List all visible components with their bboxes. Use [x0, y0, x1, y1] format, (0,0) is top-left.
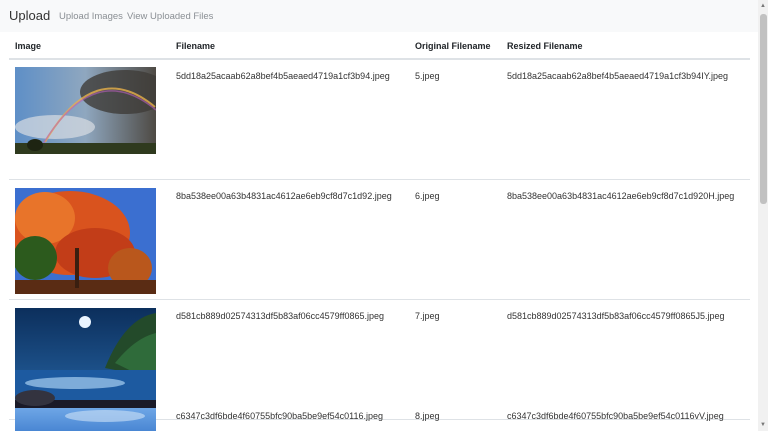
row-original-filename: 6.jpeg — [415, 191, 440, 201]
nav-link-view-uploaded-files[interactable]: View Uploaded Files — [127, 11, 213, 22]
table-row: 8ba538ee00a63b4831ac4612ae6eb9cf8d7c1d92… — [9, 180, 750, 300]
row-filename: 8ba538ee00a63b4831ac4612ae6eb9cf8d7c1d92… — [176, 191, 392, 201]
table-row: 5dd18a25acaab62a8bef4b5aeaed4719a1cf3b94… — [9, 60, 750, 180]
row-resized-filename: 5dd18a25acaab62a8bef4b5aeaed4719a1cf3b94… — [507, 71, 729, 81]
thumbnail-autumn-tree[interactable] — [15, 188, 156, 294]
header-resized-filename: Resized Filename — [507, 41, 583, 51]
row-resized-filename: c6347c3df6bde4f60755bfc90ba5be9ef54c0116… — [507, 411, 724, 421]
navbar: Upload Upload Images View Uploaded Files — [0, 0, 758, 32]
row-resized-filename: 8ba538ee00a63b4831ac4612ae6eb9cf8d7c1d92… — [507, 191, 735, 201]
header-original-filename: Original Filename — [415, 41, 491, 51]
nav-link-upload-images[interactable]: Upload Images — [59, 11, 123, 22]
row-filename: d581cb889d02574313df5b83af06cc4579ff0865… — [176, 311, 385, 321]
thumbnail-night-beach[interactable] — [15, 308, 156, 414]
navbar-brand[interactable]: Upload — [9, 8, 50, 23]
thumbnail-rainbow-landscape[interactable] — [15, 67, 156, 154]
scroll-up-arrow-icon[interactable]: ▲ — [759, 2, 767, 10]
row-resized-filename: d581cb889d02574313df5b83af06cc4579ff0865… — [507, 311, 725, 321]
row-original-filename: 5.jpeg — [415, 71, 440, 81]
row-original-filename: 7.jpeg — [415, 311, 440, 321]
header-image: Image — [15, 41, 42, 51]
row-original-filename: 8.jpeg — [415, 411, 440, 421]
row-filename: c6347c3df6bde4f60755bfc90ba5be9ef54c0116… — [176, 411, 384, 421]
header-filename: Filename — [176, 41, 216, 51]
vertical-scrollbar[interactable]: ▲ ▼ — [758, 0, 768, 431]
row-filename: 5dd18a25acaab62a8bef4b5aeaed4719a1cf3b94… — [176, 71, 390, 81]
scrollbar-thumb[interactable] — [760, 14, 767, 204]
scroll-down-arrow-icon[interactable]: ▼ — [759, 421, 767, 429]
thumbnail-sky[interactable] — [15, 408, 156, 431]
table-row: c6347c3df6bde4f60755bfc90ba5be9ef54c0116… — [9, 400, 750, 431]
